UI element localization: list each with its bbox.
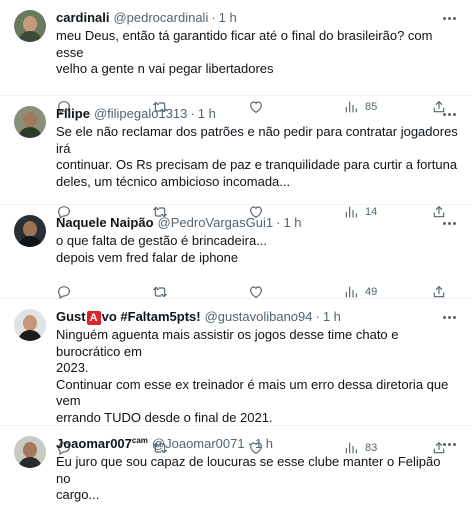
avatar[interactable] bbox=[14, 309, 46, 341]
retweet-button[interactable] bbox=[152, 514, 168, 523]
tweet[interactable]: Filipe @filipegalo1313 · 1 h Se ele não … bbox=[0, 96, 472, 220]
tweet-text-line: meu Deus, então tá garantido ficar até o… bbox=[56, 28, 437, 60]
tweet-text-line: Ninguém aguenta mais assistir os jogos d… bbox=[56, 327, 403, 359]
tweet-text: o que falta de gestão é brincadeira... de… bbox=[56, 233, 458, 266]
timestamp[interactable]: 1 h bbox=[198, 106, 216, 122]
retweet-icon bbox=[152, 286, 168, 298]
more-options-button[interactable] bbox=[440, 215, 458, 231]
separator: · bbox=[315, 309, 320, 324]
tweet-header: Naquele Naipão @PedroVargasGui1 · 1 h bbox=[56, 215, 458, 231]
heart-icon bbox=[250, 286, 262, 298]
action-bar: 23 bbox=[56, 514, 458, 523]
views-icon bbox=[345, 286, 357, 298]
display-name[interactable]: Joaomar007cam bbox=[56, 436, 148, 452]
tweet[interactable]: Joaomar007cam @Joaomar0071 · 1 h Eu juro… bbox=[0, 426, 472, 523]
tweet-header: Gust Avo #Faltam5pts! @gustavolibano94 · … bbox=[56, 309, 458, 325]
tweet-header: Joaomar007cam @Joaomar0071 · 1 h bbox=[56, 436, 458, 452]
separator: · bbox=[190, 106, 195, 121]
tweet-text-line: velho a gente n vai pegar libertadores bbox=[56, 61, 274, 76]
user-handle[interactable]: @filipegalo1313 bbox=[94, 106, 187, 122]
avatar[interactable] bbox=[14, 106, 46, 138]
tweet[interactable]: cardinali @pedrocardinali · 1 h meu Deus… bbox=[0, 0, 472, 114]
reply-icon bbox=[58, 286, 70, 300]
tweet-text-line: 2023. bbox=[56, 360, 89, 375]
tweet-text-line: deles, um técnico ambicioso incomada... bbox=[56, 173, 291, 189]
separator: · bbox=[211, 10, 216, 25]
more-options-button[interactable] bbox=[440, 436, 458, 452]
tweet-header: Filipe @filipegalo1313 · 1 h bbox=[56, 106, 458, 122]
tweet-text-line: depois vem fred falar de iphone bbox=[56, 249, 239, 265]
more-options-button[interactable] bbox=[440, 10, 458, 26]
display-name[interactable]: Naquele Naipão bbox=[56, 215, 154, 231]
timestamp[interactable]: 1 h bbox=[219, 10, 237, 26]
tweet-text-line: errando TUDO desde o final de 2021. bbox=[56, 409, 273, 425]
display-name-part: vo #Faltam5pts! bbox=[101, 309, 201, 324]
display-name[interactable]: cardinali bbox=[56, 10, 109, 26]
tweet-text-line: Eu juro que sou capaz de loucuras se ess… bbox=[56, 454, 445, 486]
display-name-part: Gust bbox=[56, 309, 86, 324]
views-button[interactable]: 23 bbox=[343, 514, 377, 523]
tweet-feed: cardinali @pedrocardinali · 1 h meu Deus… bbox=[0, 0, 472, 523]
timestamp[interactable]: 1 h bbox=[323, 309, 341, 325]
tweet-header: cardinali @pedrocardinali · 1 h bbox=[56, 10, 458, 26]
share-button[interactable] bbox=[431, 514, 447, 523]
separator: · bbox=[276, 215, 281, 230]
tweet-text-line: cargo... bbox=[56, 487, 100, 502]
like-button[interactable] bbox=[248, 514, 264, 523]
display-name[interactable]: Gust Avo #Faltam5pts! bbox=[56, 309, 201, 325]
tweet-text: Ninguém aguenta mais assistir os jogos d… bbox=[56, 327, 458, 426]
more-icon bbox=[442, 221, 446, 225]
separator: · bbox=[247, 436, 252, 451]
avatar[interactable] bbox=[14, 10, 46, 42]
tweet[interactable]: Naquele Naipão @PedroVargasGui1 · 1 h o … bbox=[0, 205, 472, 300]
share-icon bbox=[433, 285, 445, 298]
avatar[interactable] bbox=[14, 436, 46, 468]
a-badge-icon: A bbox=[86, 311, 101, 325]
more-options-button[interactable] bbox=[440, 106, 458, 122]
display-name[interactable]: Filipe bbox=[56, 106, 90, 122]
more-icon bbox=[442, 112, 446, 116]
tweet-text-line: Se ele não reclamar dos patrões e não pe… bbox=[56, 124, 462, 156]
user-handle[interactable]: @PedroVargasGui1 bbox=[158, 215, 274, 231]
tweet-text: meu Deus, então tá garantido ficar até o… bbox=[56, 28, 458, 78]
user-handle[interactable]: @gustavolibano94 bbox=[205, 309, 313, 325]
views-count: 49 bbox=[365, 286, 378, 298]
more-icon bbox=[442, 16, 446, 20]
display-name-part: Joaomar007 bbox=[56, 436, 132, 451]
timestamp[interactable]: 1 h bbox=[255, 436, 273, 452]
user-handle[interactable]: @Joaomar0071 bbox=[152, 436, 245, 452]
display-name-superscript: cam bbox=[131, 436, 148, 445]
tweet-text-line: continuar. Os Rs precisam de paz e tranq… bbox=[56, 157, 458, 172]
more-icon bbox=[442, 442, 446, 446]
tweet-text-line: o que falta de gestão é brincadeira... bbox=[56, 233, 268, 248]
tweet-text-line: Continuar com esse ex treinador é mais u… bbox=[56, 376, 452, 409]
timestamp[interactable]: 1 h bbox=[283, 215, 301, 231]
tweet-text: Eu juro que sou capaz de loucuras se ess… bbox=[56, 454, 458, 504]
tweet-text: Se ele não reclamar dos patrões e não pe… bbox=[56, 124, 458, 190]
more-options-button[interactable] bbox=[440, 309, 458, 325]
user-handle[interactable]: @pedrocardinali bbox=[113, 10, 208, 26]
tweet[interactable]: Gust Avo #Faltam5pts! @gustavolibano94 · … bbox=[0, 299, 472, 456]
more-icon bbox=[442, 315, 446, 319]
reply-button[interactable] bbox=[56, 514, 72, 523]
avatar[interactable] bbox=[14, 215, 46, 247]
